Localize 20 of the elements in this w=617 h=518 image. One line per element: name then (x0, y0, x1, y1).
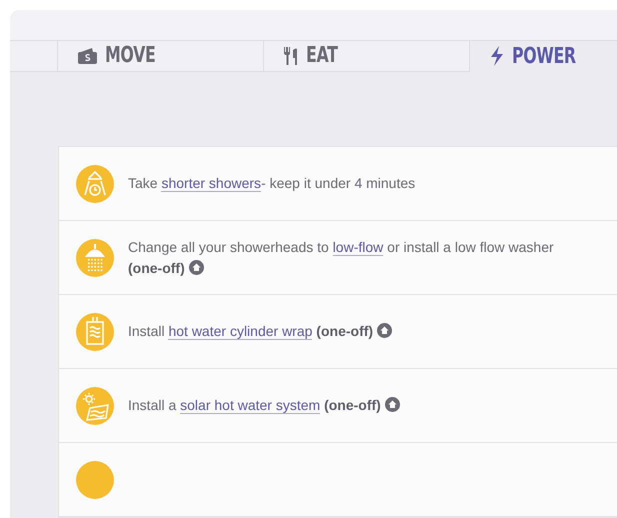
action-text: Install hot water cylinder wrap (one-off) (128, 321, 617, 342)
category-tab[interactable]: POWER (470, 40, 617, 72)
solar-panel-icon (76, 386, 114, 424)
action-link[interactable]: hot water cylinder wrap (168, 323, 312, 340)
lightning-icon (490, 46, 504, 66)
house-icon[interactable] (188, 260, 204, 274)
water-cylinder-icon (76, 312, 114, 350)
shower-clock-icon (76, 164, 114, 202)
action-link[interactable]: shorter showers (161, 175, 262, 192)
wallet-icon (78, 47, 97, 64)
cutlery-icon (284, 46, 298, 65)
circle-icon (76, 460, 114, 498)
action-text: Install a solar hot water system (one-off) (128, 395, 617, 416)
house-icon[interactable] (384, 397, 400, 412)
action-text: Change all your showerheads to low-flow or install a low flow washer (one-off) (128, 238, 555, 278)
action-text: Take shorter showers- keep it under 4 minutes (128, 174, 416, 194)
shower-icon (76, 238, 114, 276)
action-link[interactable]: low-flow (332, 238, 384, 256)
house-icon[interactable] (377, 323, 392, 338)
action-link[interactable]: solar hot water system (180, 397, 320, 414)
